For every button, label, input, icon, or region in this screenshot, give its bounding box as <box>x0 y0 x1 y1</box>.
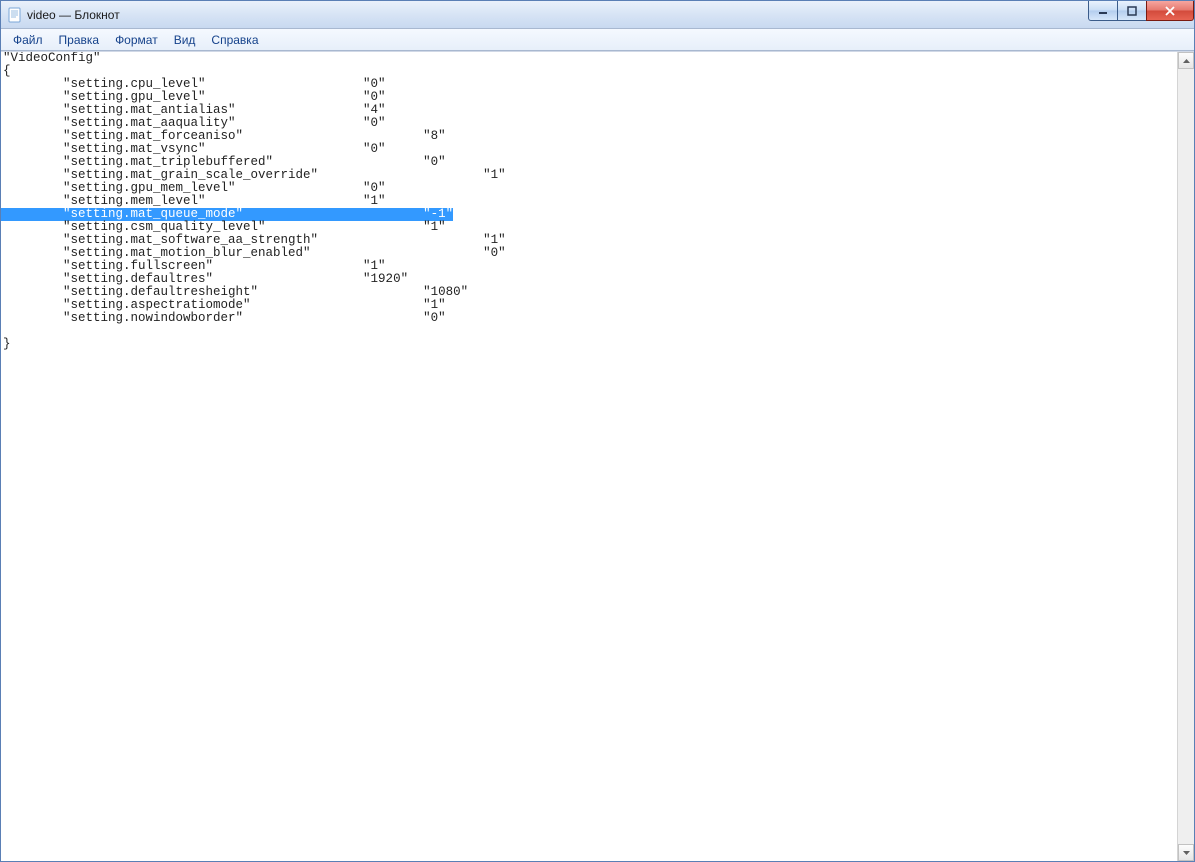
menu-file[interactable]: Файл <box>5 31 51 49</box>
vertical-scrollbar[interactable] <box>1177 52 1194 861</box>
editor-line[interactable]: "setting.nowindowborder" "0" <box>1 312 1177 325</box>
menu-format[interactable]: Формат <box>107 31 166 49</box>
window-controls <box>1089 1 1194 21</box>
close-button[interactable] <box>1146 1 1194 21</box>
editor-line[interactable]: } <box>1 338 1177 351</box>
menubar: Файл Правка Формат Вид Справка <box>1 29 1194 51</box>
maximize-button[interactable] <box>1117 1 1147 21</box>
menu-help[interactable]: Справка <box>203 31 266 49</box>
minimize-button[interactable] <box>1088 1 1118 21</box>
titlebar[interactable]: video — Блокнот <box>1 1 1194 29</box>
text-editor[interactable]: "VideoConfig"{ "setting.cpu_level" "0" "… <box>1 52 1177 861</box>
notepad-icon <box>7 7 23 23</box>
scroll-up-arrow-icon[interactable] <box>1178 52 1194 69</box>
menu-edit[interactable]: Правка <box>51 31 108 49</box>
editor-line[interactable]: "VideoConfig" <box>1 52 1177 65</box>
editor-line[interactable] <box>1 325 1177 338</box>
window-title: video — Блокнот <box>27 8 120 22</box>
app-window: video — Блокнот Файл Правка Формат Вид С… <box>0 0 1195 862</box>
menu-view[interactable]: Вид <box>166 31 204 49</box>
content-area: "VideoConfig"{ "setting.cpu_level" "0" "… <box>1 51 1194 861</box>
scroll-track[interactable] <box>1178 69 1194 844</box>
scroll-down-arrow-icon[interactable] <box>1178 844 1194 861</box>
